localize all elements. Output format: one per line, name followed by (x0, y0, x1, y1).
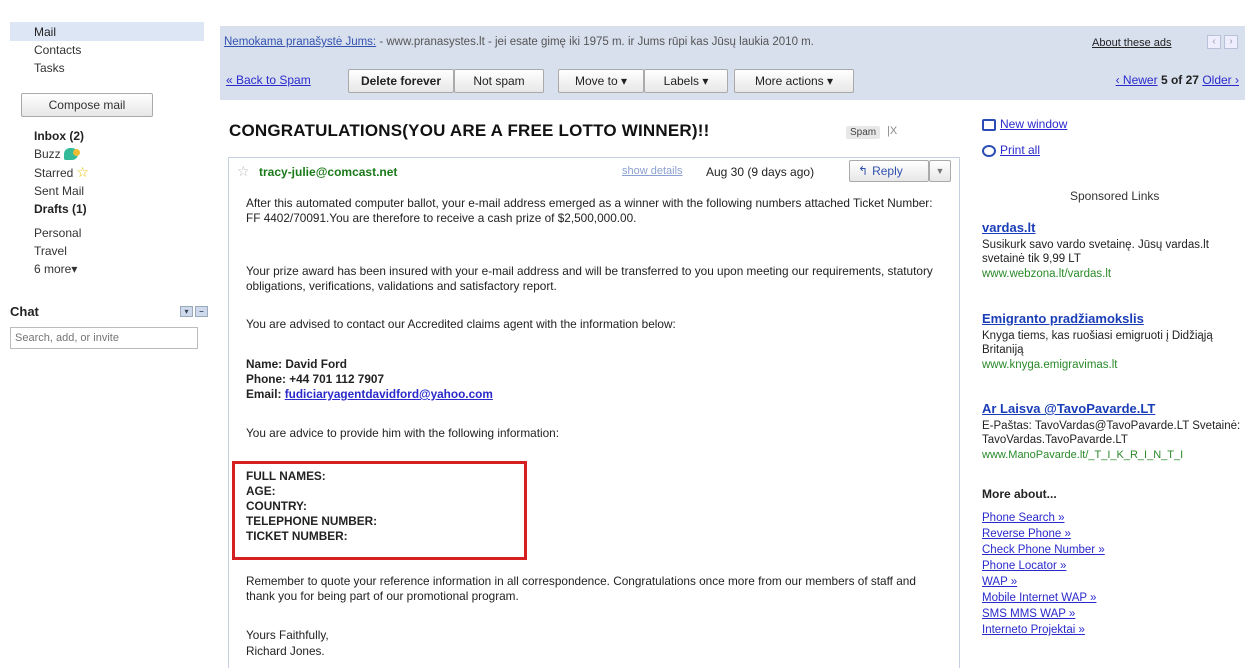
ad-prev-icon[interactable]: ‹ (1207, 35, 1221, 49)
more-link-1[interactable]: Phone Search » (982, 512, 1064, 524)
message-header: ☆ tracy-julie@comcast.net show details A… (229, 158, 959, 185)
chat-title: Chat (10, 304, 39, 319)
message-date: Aug 30 (9 days ago) (706, 165, 815, 179)
top-ad-link[interactable]: Nemokama pranašystė Jums: (224, 36, 376, 48)
ad-next-icon[interactable]: › (1224, 35, 1238, 49)
agent-phone: Phone: +44 701 112 7907 (246, 372, 385, 386)
ad-title-1[interactable]: vardas.lt (982, 220, 1035, 235)
ad-desc-1: Susikurk savo vardo svetainę. Jūsų varda… (982, 239, 1209, 265)
top-ad-text: Nemokama pranašystė Jums: - www.pranasys… (224, 36, 814, 48)
field-age: AGE: (246, 484, 276, 498)
ad-url-2[interactable]: www.knyga.emigravimas.lt (982, 359, 1117, 371)
chat-header: Chat ▾ – (10, 304, 208, 319)
older-link[interactable]: Older › (1202, 73, 1239, 87)
nav-label-personal[interactable]: Personal (10, 224, 206, 242)
reply-arrow-icon: ↰ (858, 164, 869, 178)
more-link-3[interactable]: Check Phone Number » (982, 544, 1105, 556)
move-to-button[interactable]: Move to ▾ (558, 69, 644, 93)
top-ad-bar: Nemokama pranašystė Jums: - www.pranasys… (220, 26, 1245, 60)
star-icon: ☆ (76, 164, 89, 180)
more-about-heading: More about... (982, 487, 1057, 501)
chat-controls: ▾ – (180, 306, 208, 317)
nav-sent[interactable]: Sent Mail (10, 182, 206, 200)
ad-desc-2: Knyga tiems, kas ruošiasi emigruoti į Di… (982, 330, 1213, 356)
labels-button[interactable]: Labels ▾ (644, 69, 728, 93)
more-link-5[interactable]: WAP » (982, 576, 1017, 588)
field-country: COUNTRY: (246, 499, 307, 513)
body-paragraph-4: You are advice to provide him with the f… (246, 426, 560, 440)
not-spam-button[interactable]: Not spam (454, 69, 544, 93)
nav-contacts[interactable]: Contacts (10, 41, 206, 59)
more-link-6[interactable]: Mobile Internet WAP » (982, 592, 1096, 604)
closing: Yours Faithfully, (246, 628, 329, 642)
more-link-8[interactable]: Interneto Projektai » (982, 624, 1085, 636)
chat-options-icon[interactable]: ▾ (180, 306, 193, 317)
remove-spam-label[interactable]: |X (887, 125, 897, 137)
reply-dropdown-icon[interactable]: ▼ (929, 160, 951, 182)
nav-drafts[interactable]: Drafts (1) (10, 200, 206, 218)
ad-title-3[interactable]: Ar Laisva @TavoPavarde.LT (982, 401, 1155, 416)
chat-minimize-icon[interactable]: – (195, 306, 208, 317)
star-toggle-icon[interactable]: ☆ (237, 163, 250, 180)
more-link-2[interactable]: Reverse Phone » (982, 528, 1071, 540)
signature: Richard Jones. (246, 644, 325, 658)
agent-email-link[interactable]: fudiciaryagentdavidford@yahoo.com (285, 387, 493, 401)
body-paragraph-3: You are advised to contact our Accredite… (246, 317, 676, 331)
more-link-7[interactable]: SMS MMS WAP » (982, 608, 1075, 620)
message-toolbar: « Back to Spam Delete forever Not spam M… (220, 60, 1245, 100)
ad-desc-3: E-Paštas: TavoVardas@TavoPavarde.LT Svet… (982, 420, 1241, 446)
sponsored-links-heading: Sponsored Links (1070, 189, 1160, 203)
print-all-link[interactable]: Print all (1000, 143, 1040, 157)
body-paragraph-5: Remember to quote your reference informa… (246, 574, 916, 603)
more-actions-button[interactable]: More actions ▾ (734, 69, 854, 93)
body-paragraph-1: After this automated computer ballot, yo… (246, 196, 933, 225)
sender-address[interactable]: tracy-julie@comcast.net (259, 165, 397, 179)
nav-buzz-label: Buzz (34, 147, 61, 161)
nav-label-travel[interactable]: Travel (10, 242, 206, 260)
message-card: ☆ tracy-julie@comcast.net show details A… (228, 157, 960, 668)
top-ad-body: - www.pranasystes.lt - jei esate gimę ik… (376, 36, 814, 48)
left-nav: Mail Contacts Tasks Compose mail Inbox (… (10, 22, 208, 349)
pager: ‹ Newer 5 of 27 Older › (1116, 73, 1239, 87)
back-to-spam-link[interactable]: « Back to Spam (226, 73, 311, 87)
message-subject: CONGRATULATIONS(YOU ARE A FREE LOTTO WIN… (229, 121, 710, 140)
nav-starred[interactable]: Starred ☆ (10, 163, 206, 182)
compose-mail-button[interactable]: Compose mail (21, 93, 153, 117)
spam-label: Spam (846, 126, 881, 139)
chat-search-input[interactable] (10, 327, 198, 349)
field-ticket: TICKET NUMBER: (246, 529, 348, 543)
nav-mail[interactable]: Mail (10, 22, 204, 41)
print-icon (982, 145, 996, 157)
nav-inbox[interactable]: Inbox (2) (10, 127, 206, 145)
body-paragraph-2: Your prize award has been insured with y… (246, 264, 933, 293)
ad-title-2[interactable]: Emigranto pradžiamokslis (982, 311, 1144, 326)
reply-label: Reply (872, 164, 903, 178)
new-window-link[interactable]: New window (1000, 117, 1067, 131)
nav-starred-label: Starred (34, 166, 74, 180)
field-telephone: TELEPHONE NUMBER: (246, 514, 378, 528)
ad-url-1[interactable]: www.webzona.lt/vardas.lt (982, 268, 1111, 280)
buzz-icon (63, 148, 80, 160)
newer-link[interactable]: ‹ Newer (1116, 73, 1158, 87)
pager-position: 5 of 27 (1160, 73, 1199, 87)
more-link-4[interactable]: Phone Locator » (982, 560, 1066, 572)
nav-buzz[interactable]: Buzz (10, 145, 206, 163)
agent-email-line: Email: fudiciaryagentdavidford@yahoo.com (246, 387, 936, 402)
agent-email-label: Email: (246, 387, 285, 401)
nav-tasks[interactable]: Tasks (10, 59, 206, 77)
agent-name: Name: David Ford (246, 357, 347, 371)
about-ads-link[interactable]: About these ads (1092, 37, 1172, 49)
reply-button[interactable]: ↰ Reply (849, 160, 929, 182)
new-window-icon (982, 119, 996, 131)
show-details-link[interactable]: show details (622, 165, 683, 177)
nav-more-labels[interactable]: 6 more▾ (10, 260, 206, 278)
ad-url-3[interactable]: www.ManoPavarde.lt/_T_I_K_R_I_N_T_I (982, 449, 1183, 461)
field-full-names: FULL NAMES: (246, 469, 326, 483)
delete-forever-button[interactable]: Delete forever (348, 69, 454, 93)
